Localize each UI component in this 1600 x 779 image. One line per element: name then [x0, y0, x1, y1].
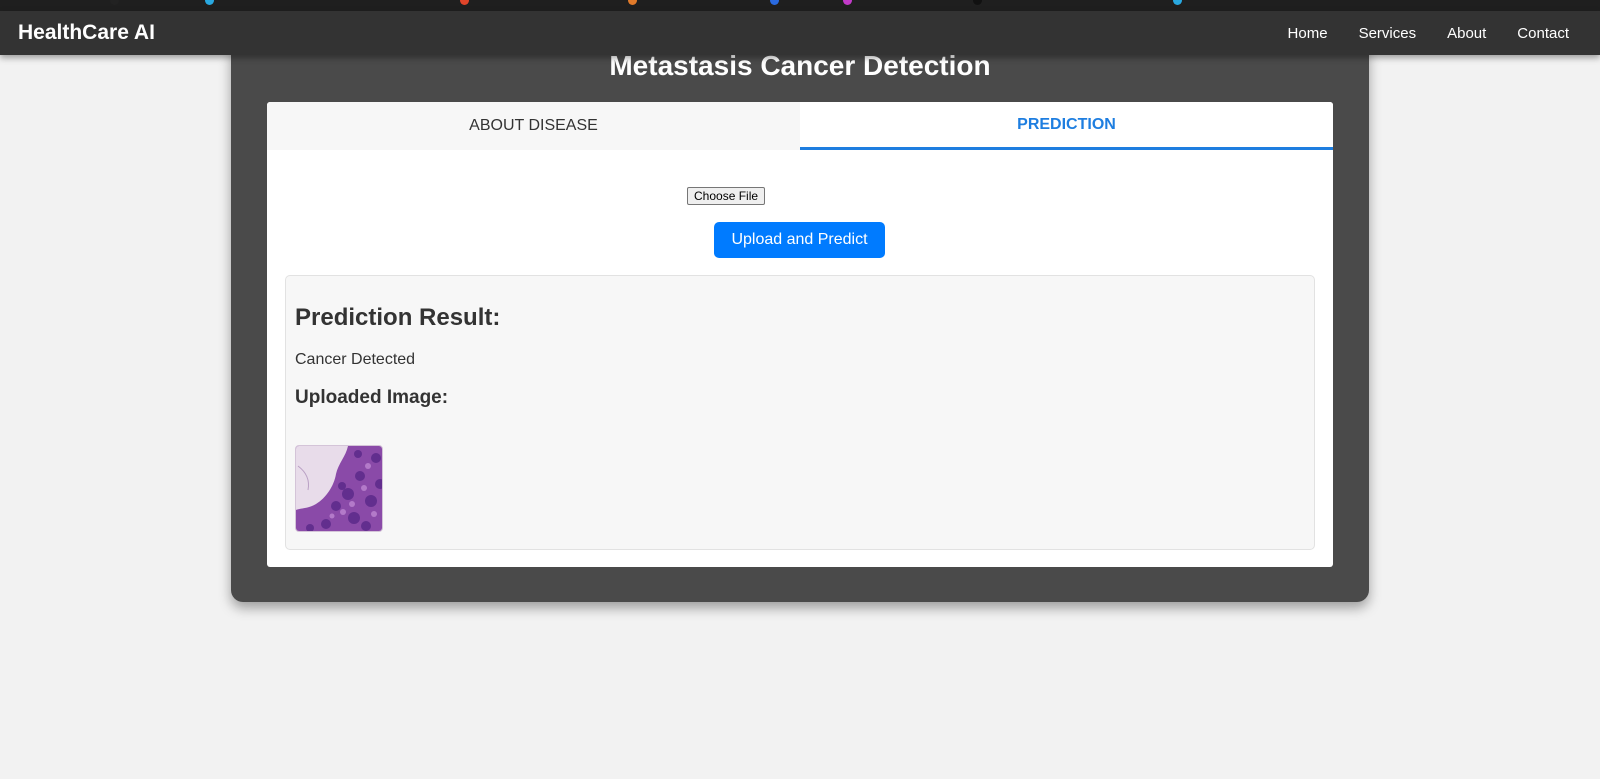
uploaded-image-heading: Uploaded Image:: [295, 387, 449, 408]
nav-links: Home Services About Contact: [1288, 11, 1600, 55]
bookmark-icon: [770, 0, 779, 5]
upload-and-predict-button[interactable]: Upload and Predict: [714, 222, 885, 258]
navbar: HealthCare AI Home Services About Contac…: [0, 11, 1600, 55]
tab-bar: ABOUT DISEASE PREDICTION: [267, 102, 1333, 150]
nav-link-home[interactable]: Home: [1288, 25, 1328, 42]
bookmark-icon: [973, 0, 982, 5]
brand-logo[interactable]: HealthCare AI: [18, 21, 155, 45]
bookmark-icon: [628, 0, 637, 5]
nav-link-about[interactable]: About: [1447, 25, 1486, 42]
bookmark-icon: [843, 0, 852, 5]
tab-prediction[interactable]: PREDICTION: [800, 102, 1333, 150]
tab-about-disease[interactable]: ABOUT DISEASE: [267, 102, 800, 150]
histology-image: [296, 446, 382, 531]
nav-link-contact[interactable]: Contact: [1517, 25, 1569, 42]
result-heading: Prediction Result:: [295, 304, 501, 331]
tab-panel: ABOUT DISEASE PREDICTION Choose File Upl…: [267, 102, 1333, 567]
bookmark-icon: [110, 0, 119, 5]
bookmark-icon: [1173, 0, 1182, 5]
nav-link-services[interactable]: Services: [1359, 25, 1417, 42]
choose-file-button[interactable]: Choose File: [687, 187, 766, 205]
prediction-result-box: Prediction Result: Cancer Detected Uploa…: [285, 275, 1315, 550]
uploaded-image-thumbnail: [295, 445, 383, 532]
result-text: Cancer Detected: [295, 351, 416, 368]
bookmark-icon: [460, 0, 469, 5]
browser-top-strip: [0, 0, 1600, 11]
bookmark-icon: [205, 0, 214, 5]
main-card: Metastasis Cancer Detection ABOUT DISEAS…: [231, 40, 1369, 602]
